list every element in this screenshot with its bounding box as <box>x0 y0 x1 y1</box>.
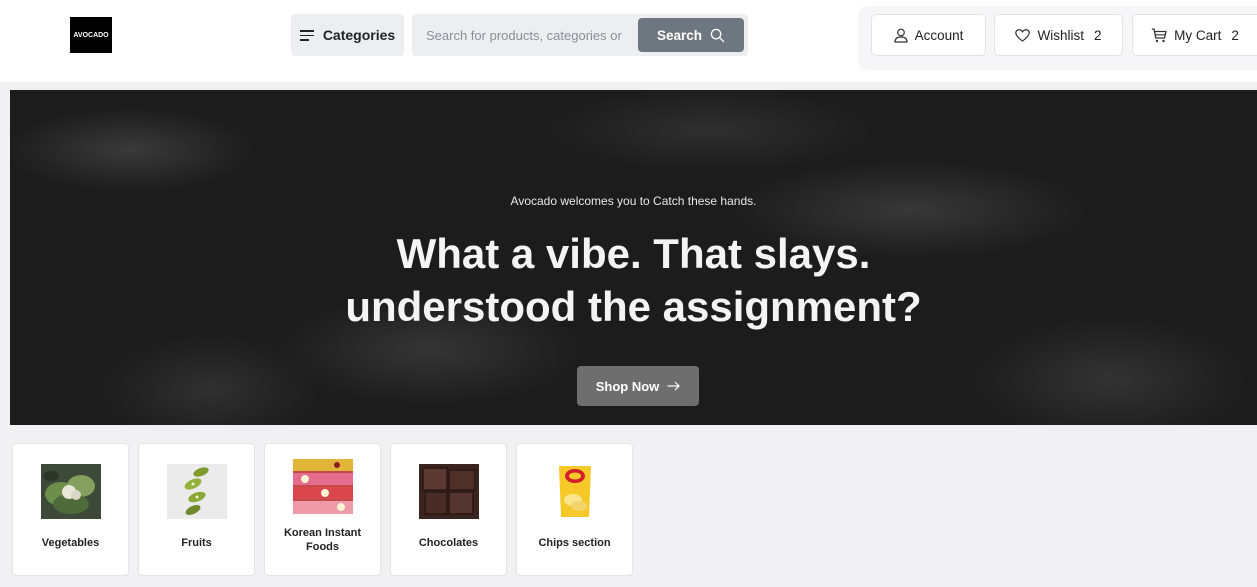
instant-noodles-image <box>292 459 353 514</box>
category-card-korean-instant-foods[interactable]: Korean Instant Foods <box>264 443 381 576</box>
heart-icon <box>1015 28 1031 42</box>
category-label: Chips section <box>538 537 611 549</box>
categories-label: Categories <box>322 27 396 43</box>
search-icon <box>710 28 725 42</box>
hero-title: What a vibe. That slays. understood the … <box>10 227 1257 333</box>
vegetables-image <box>40 464 101 519</box>
category-card-vegetables[interactable]: Vegetables <box>12 443 129 576</box>
shop-now-label: Shop Now <box>595 378 660 394</box>
search-button-label: Search <box>656 27 703 43</box>
category-card-chips-section[interactable]: Chips section <box>516 443 633 576</box>
category-label: Vegetables <box>41 537 100 549</box>
hero-subtitle: Avocado welcomes you to Catch these hand… <box>510 194 757 208</box>
hero-banner: Avocado welcomes you to Catch these hand… <box>10 90 1257 425</box>
search-button[interactable]: Search <box>638 18 744 52</box>
site-header: AVOCADO Categories Search Account <box>0 0 1257 82</box>
category-card-chocolates[interactable]: Chocolates <box>390 443 507 576</box>
account-label: Account <box>914 27 964 43</box>
category-label: Fruits <box>181 537 212 549</box>
wishlist-count: 2 <box>1093 27 1102 43</box>
account-button[interactable]: Account <box>871 14 986 56</box>
chocolate-image <box>418 464 479 519</box>
kiwi-image <box>166 464 227 519</box>
hero-title-line-1: What a vibe. That slays. <box>396 230 871 277</box>
avocado-logo[interactable]: AVOCADO <box>70 17 112 53</box>
wishlist-button[interactable]: Wishlist 2 <box>994 14 1123 56</box>
search-bar: Search <box>412 14 748 56</box>
arrow-right-icon <box>667 381 681 391</box>
cart-icon <box>1151 27 1167 42</box>
categories-button[interactable]: Categories <box>291 14 404 56</box>
cart-label: My Cart <box>1174 27 1222 43</box>
category-label: Chocolates <box>418 537 479 549</box>
shop-now-button[interactable]: Shop Now <box>577 366 699 406</box>
category-card-fruits[interactable]: Fruits <box>138 443 255 576</box>
cart-button[interactable]: My Cart 2 <box>1132 14 1257 56</box>
search-input[interactable] <box>412 14 634 56</box>
lays-chips-image <box>544 464 605 519</box>
user-icon <box>894 28 908 43</box>
hero-title-line-2: understood the assignment? <box>345 283 922 330</box>
wishlist-label: Wishlist <box>1037 27 1084 43</box>
menu-icon <box>299 30 314 41</box>
cart-count: 2 <box>1231 27 1239 43</box>
category-label: Korean Instant Foods <box>283 527 361 553</box>
